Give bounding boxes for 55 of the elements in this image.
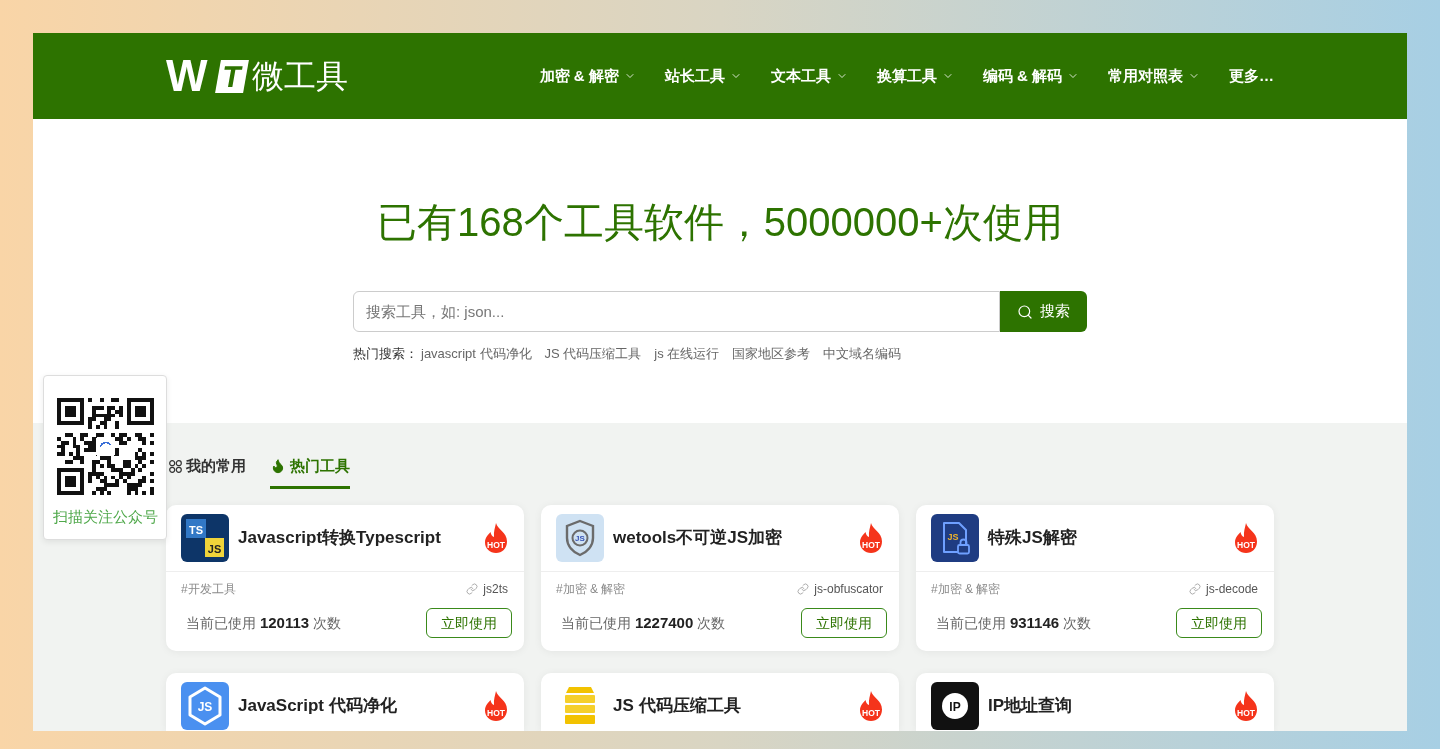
usage-count-text: 当前已使用 120113 次数	[186, 612, 341, 633]
use-now-button[interactable]: 立即使用	[426, 608, 512, 638]
js-hexagon-logo: JS	[181, 682, 229, 730]
hot-search-link[interactable]: javascript 代码净化	[421, 346, 532, 362]
tool-title: JavaScript 代码净化	[238, 695, 398, 717]
tab[interactable]: 热门工具	[270, 456, 350, 489]
js-shield-logo: JS	[556, 514, 604, 562]
site-logo[interactable]: W T 微工具	[166, 56, 348, 96]
nav-menu-item[interactable]: 文本工具	[770, 64, 848, 88]
slug-link[interactable]: js-decode	[1188, 581, 1259, 597]
usage-count-text: 当前已使用 1227400 次数	[561, 612, 726, 633]
slug-link[interactable]: js2ts	[466, 581, 509, 597]
hot-search-link[interactable]: JS 代码压缩工具	[544, 346, 642, 362]
tab[interactable]: 我的常用	[169, 456, 246, 489]
hot-flame-badge: HOT	[1233, 523, 1259, 553]
search-button[interactable]: 搜索	[1000, 291, 1087, 332]
tool-title: Javascript转换Typescript	[238, 527, 442, 549]
hot-flame-badge: HOT	[1233, 691, 1259, 721]
hot-search-link[interactable]: js 在线运行	[654, 346, 720, 362]
link-icon	[1188, 583, 1201, 595]
nav-menu-item[interactable]: 换算工具	[876, 64, 954, 88]
slug-link[interactable]: js-obfuscator	[797, 581, 884, 597]
category-tag: #开发工具	[181, 581, 236, 597]
use-now-button[interactable]: 立即使用	[1176, 608, 1262, 638]
nav-menu-item[interactable]: 站长工具	[664, 64, 742, 88]
hot-search-label: 热门搜索：	[353, 346, 418, 362]
usage-count-text: 当前已使用 931146 次数	[936, 612, 1091, 633]
search-icon	[1017, 303, 1033, 320]
flame-icon	[270, 458, 286, 474]
js-file-lock-logo: JS	[931, 514, 979, 562]
tool-title: wetools不可逆JS加密	[613, 527, 784, 549]
ip-logo: IP	[931, 682, 979, 730]
hot-flame-badge: HOT	[858, 523, 884, 553]
ts-js-logo: TS JS	[181, 514, 229, 562]
qr-caption: 扫描关注公众号	[52, 508, 158, 526]
category-tag: #加密 & 解密	[931, 581, 1001, 597]
link-icon	[466, 583, 479, 595]
hot-flame-badge: HOT	[483, 523, 509, 553]
nav-menu-item[interactable]: 加密 & 解密	[539, 64, 636, 88]
apps-icon	[169, 459, 182, 473]
hot-search-link[interactable]: 国家地区参考	[732, 346, 811, 362]
nav-menu-item[interactable]: 常用对照表	[1108, 64, 1200, 88]
category-tag: #加密 & 解密	[556, 581, 626, 597]
tool-title: JS 代码压缩工具	[613, 695, 742, 717]
hot-flame-badge: HOT	[858, 691, 884, 721]
nav-menu-item[interactable]: 更多…	[1229, 64, 1274, 88]
search-input[interactable]: 搜索工具，如: json...	[353, 291, 1000, 332]
tool-title: IP地址查询	[988, 695, 1074, 717]
hot-flame-badge: HOT	[483, 691, 509, 721]
hot-search-link[interactable]: 中文域名编码	[823, 346, 902, 362]
nav-menu-item[interactable]: 编码 & 解码	[982, 64, 1079, 88]
link-icon	[797, 583, 810, 595]
use-now-button[interactable]: 立即使用	[801, 608, 887, 638]
headline: 已有168个工具软件，5000000+次使用	[377, 199, 1063, 246]
tool-title: 特殊JS解密	[988, 527, 1078, 549]
